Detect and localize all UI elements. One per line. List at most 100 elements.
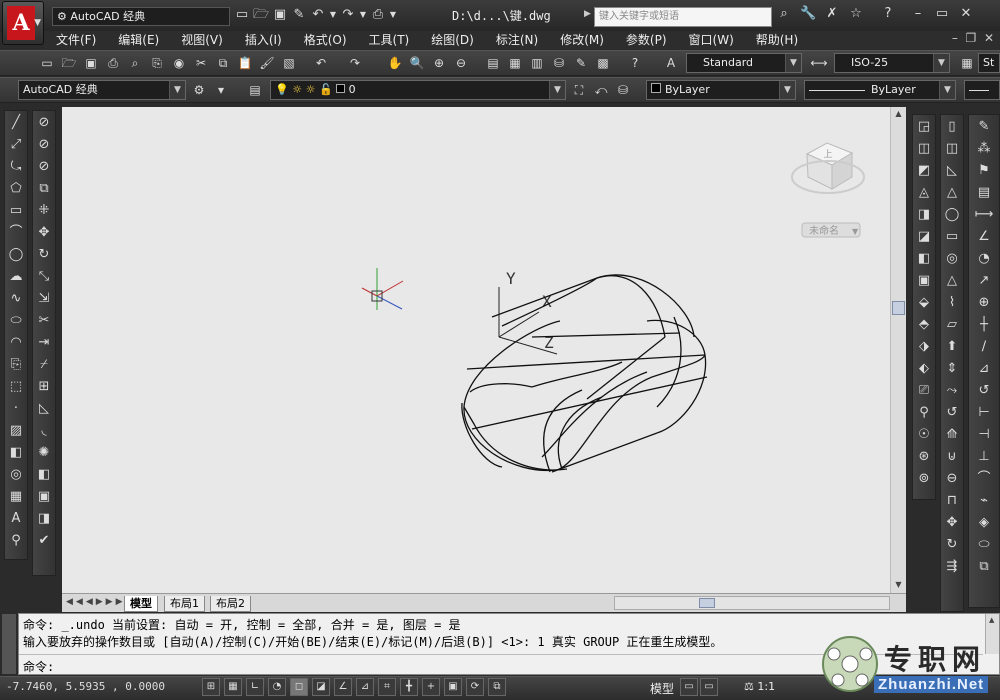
cylinder-solid-icon[interactable]: ▭ <box>942 227 962 247</box>
visual-style-wireframe-icon[interactable]: ⬙ <box>914 293 934 313</box>
inspect-icon[interactable]: ◈ <box>974 513 994 533</box>
table-icon[interactable]: ▦ <box>6 487 26 507</box>
fillet-icon[interactable]: ◟ <box>34 421 54 441</box>
join-icon[interactable]: ⊞ <box>34 377 54 397</box>
wedge-solid-icon[interactable]: ◺ <box>942 161 962 181</box>
planar-surface-icon[interactable]: ▱ <box>942 315 962 335</box>
open-icon[interactable]: 🗁 <box>60 54 78 72</box>
horizontal-scroll-thumb[interactable] <box>699 598 715 608</box>
annotation-monitor-icon[interactable]: ⧉ <box>488 678 506 696</box>
leader-icon[interactable]: ↗ <box>974 271 994 291</box>
revision-cloud-icon[interactable]: ☁ <box>6 267 26 287</box>
search-input[interactable]: 键入关键字或短语 <box>594 7 772 27</box>
gradient-icon[interactable]: ◧ <box>6 443 26 463</box>
cut-icon[interactable]: ✂ <box>192 54 210 72</box>
helix-icon[interactable]: ⌇ <box>942 293 962 313</box>
ordinate-icon[interactable]: ⊥ <box>974 447 994 467</box>
menu-draw[interactable]: 绘图(D) <box>419 31 484 49</box>
extend-icon[interactable]: ⇥ <box>34 333 54 353</box>
layer-states-icon[interactable]: ⛁ <box>614 81 632 99</box>
undo-icon[interactable]: ↶ <box>312 54 330 72</box>
zoom-window-icon[interactable]: ⊕ <box>430 54 448 72</box>
pyramid-solid-icon[interactable]: △ <box>942 271 962 291</box>
rotate-icon[interactable]: ↻ <box>34 245 54 265</box>
redo-icon[interactable]: ↷ <box>346 54 364 72</box>
menu-view[interactable]: 视图(V) <box>169 31 233 49</box>
chevron-down-icon[interactable]: ▼ <box>389 7 397 23</box>
circle-icon[interactable]: ◯ <box>6 245 26 265</box>
scale-icon[interactable]: ⤡ <box>34 267 54 287</box>
markup-icon[interactable]: ✎ <box>572 54 590 72</box>
properties-icon[interactable]: ▤ <box>484 54 502 72</box>
save-as-icon[interactable]: ✎ <box>291 7 307 23</box>
grid-display-icon[interactable]: ▦ <box>224 678 242 696</box>
chamfer-icon[interactable]: ◺ <box>34 399 54 419</box>
minimize-icon[interactable]: – <box>952 31 958 45</box>
pyramid-icon[interactable]: ▣ <box>914 271 934 291</box>
brush-icon[interactable]: ✎ <box>974 117 994 137</box>
insert-block-icon[interactable]: ⎘ <box>6 355 26 375</box>
menu-format[interactable]: 格式(O) <box>292 31 357 49</box>
3d-box-icon[interactable]: ◧ <box>34 465 54 485</box>
3d-operation-icon[interactable]: ◨ <box>34 509 54 529</box>
undo-icon[interactable]: ↶ <box>310 7 326 23</box>
3d-move-icon[interactable]: ✥ <box>942 513 962 533</box>
open-file-icon[interactable]: 🗁 <box>253 7 269 23</box>
stretch-icon[interactable]: ⇲ <box>34 289 54 309</box>
save-icon[interactable]: ▣ <box>82 54 100 72</box>
offset-icon[interactable]: ⧉ <box>34 179 54 199</box>
line-icon[interactable]: ╱ <box>6 113 26 133</box>
command-window-grip[interactable] <box>2 614 16 674</box>
3d-view-icon[interactable]: ◲ <box>914 117 934 137</box>
menu-insert[interactable]: 插入(I) <box>233 31 292 49</box>
extrude-icon[interactable]: ⬆ <box>942 337 962 357</box>
text-style-icon[interactable]: A <box>662 54 680 72</box>
hatch-icon[interactable]: ▨ <box>6 421 26 441</box>
menu-modify[interactable]: 修改(M) <box>548 31 614 49</box>
paste-icon[interactable]: 📋 <box>236 54 254 72</box>
menu-tools[interactable]: 工具(T) <box>357 31 420 49</box>
visual-style-conceptual-icon[interactable]: ⬖ <box>914 359 934 379</box>
zoom-realtime-icon[interactable]: 🔍 <box>408 54 426 72</box>
polysolid-icon[interactable]: ▯ <box>942 117 962 137</box>
menu-parametric[interactable]: 参数(P) <box>614 31 677 49</box>
center-mark-icon[interactable]: ┼ <box>974 315 994 335</box>
tab-navigation-icons[interactable]: ◀◀◀▶▶▶ <box>66 597 126 607</box>
torus-icon[interactable]: ◧ <box>914 249 934 269</box>
plot-icon[interactable]: ⎙ <box>104 54 122 72</box>
array-icon[interactable]: ⁜ <box>34 201 54 221</box>
trim-icon[interactable]: ✂ <box>34 311 54 331</box>
restore-icon[interactable]: ▭ <box>934 6 950 22</box>
box-icon[interactable]: ◫ <box>914 139 934 159</box>
cone-icon[interactable]: ◬ <box>914 183 934 203</box>
cone-solid-icon[interactable]: △ <box>942 183 962 203</box>
region-icon[interactable]: ◎ <box>6 465 26 485</box>
layer-walk-icon[interactable]: ▤ <box>974 183 994 203</box>
visual-style-realistic-icon[interactable]: ⬗ <box>914 337 934 357</box>
close-icon[interactable]: ✕ <box>984 31 994 45</box>
multiline-text-icon[interactable]: A <box>6 509 26 529</box>
make-block-icon[interactable]: ⬚ <box>6 377 26 397</box>
polygon-icon[interactable]: ⬠ <box>6 179 26 199</box>
command-prompt[interactable]: 命令: <box>23 658 54 675</box>
free-orbit-icon[interactable]: ⊛ <box>914 447 934 467</box>
scroll-down-icon[interactable]: ▼ <box>893 580 904 591</box>
dim-style-select[interactable]: ISO-25 ▼ <box>834 53 950 73</box>
pan-icon[interactable]: ✋ <box>386 54 404 72</box>
flag-icon[interactable]: ⚑ <box>974 161 994 181</box>
ortho-mode-icon[interactable]: ∟ <box>246 678 264 696</box>
object-snap-icon[interactable]: ◻ <box>290 678 308 696</box>
quickcalc-icon[interactable]: ▩ <box>594 54 612 72</box>
3d-rotate-icon[interactable]: ↻ <box>942 535 962 555</box>
3d-align-icon[interactable]: ⇶ <box>942 557 962 577</box>
polar-tracking-icon[interactable]: ◔ <box>268 678 286 696</box>
linetype-select[interactable]: ByLayer ▼ <box>804 80 956 100</box>
dimension-angular-icon[interactable]: ∠ <box>974 227 994 247</box>
arc-length-icon[interactable]: ⌒ <box>974 469 994 489</box>
chevron-right-icon[interactable]: ▶ <box>584 9 591 19</box>
workspace-settings-icon[interactable]: ⚙ <box>190 81 208 99</box>
workspace-select[interactable]: AutoCAD 经典 ▼ <box>18 80 186 100</box>
group-icon[interactable]: ⁂ <box>974 139 994 159</box>
application-menu-button[interactable]: A ▼ <box>2 1 44 45</box>
vertical-scroll-thumb[interactable] <box>892 301 905 315</box>
